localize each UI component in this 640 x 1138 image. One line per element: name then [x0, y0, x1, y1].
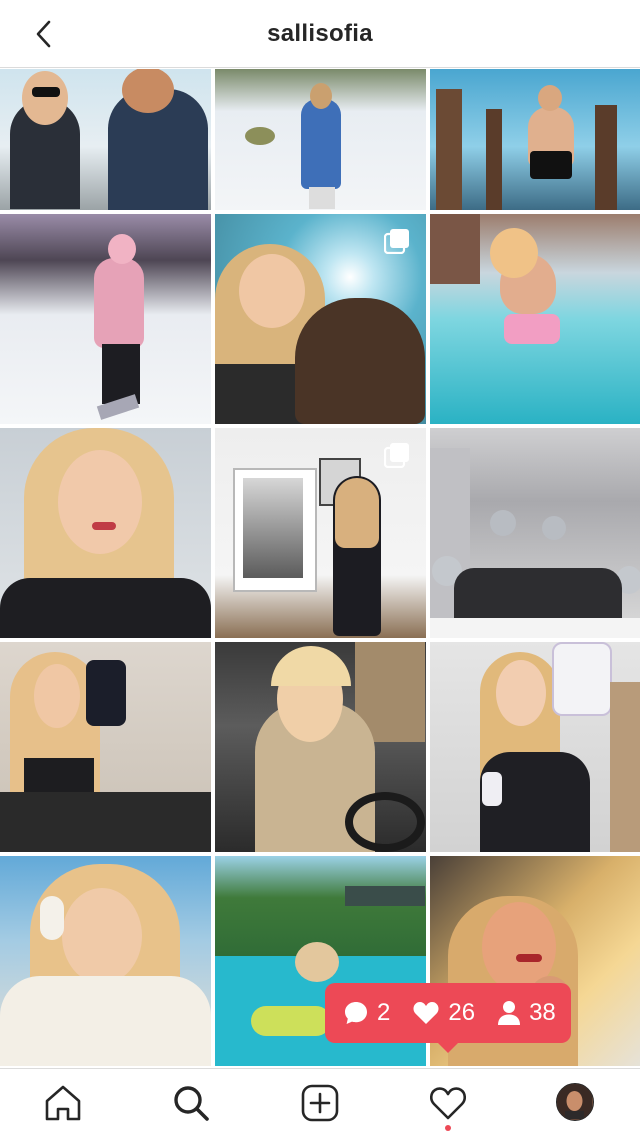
post-tile[interactable]: [215, 428, 426, 638]
followers-count: 38: [497, 999, 556, 1027]
comment-icon: [345, 1002, 367, 1024]
profile-username: sallisofia: [267, 20, 373, 47]
home-icon[interactable]: [43, 1083, 83, 1123]
heart-filled-icon: [413, 1001, 439, 1024]
bottom-nav-bar: [0, 1068, 640, 1138]
multiple-photos-icon: [384, 443, 409, 468]
post-tile[interactable]: [430, 69, 640, 210]
post-tile[interactable]: [430, 642, 640, 852]
post-tile[interactable]: [215, 69, 426, 210]
post-tile[interactable]: [215, 642, 426, 852]
comments-count: 2: [343, 999, 390, 1027]
followers-count-value: 38: [529, 999, 556, 1026]
multiple-photos-icon: [384, 229, 409, 254]
person-icon: [498, 1001, 521, 1025]
post-tile[interactable]: [0, 69, 211, 210]
photo-grid: [0, 69, 640, 1066]
post-tile[interactable]: [0, 856, 211, 1066]
avatar[interactable]: [556, 1083, 594, 1121]
likes-count-value: 26: [448, 999, 476, 1026]
activity-notification-dot: [445, 1125, 451, 1131]
post-tile[interactable]: [0, 428, 211, 638]
post-tile[interactable]: [0, 642, 211, 852]
post-tile[interactable]: [430, 214, 640, 424]
post-tile[interactable]: [430, 428, 640, 638]
profile-photo: [557, 1084, 592, 1119]
search-icon[interactable]: [171, 1083, 211, 1123]
likes-count: 26: [412, 999, 475, 1027]
top-bar: sallisofia: [0, 0, 640, 68]
new-post-icon[interactable]: [300, 1083, 340, 1123]
activity-notification-bubble[interactable]: 2 26 38: [325, 983, 571, 1053]
heart-icon[interactable]: [428, 1083, 468, 1123]
comments-count-value: 2: [377, 999, 391, 1026]
post-tile[interactable]: [0, 214, 211, 424]
post-tile[interactable]: [215, 214, 426, 424]
